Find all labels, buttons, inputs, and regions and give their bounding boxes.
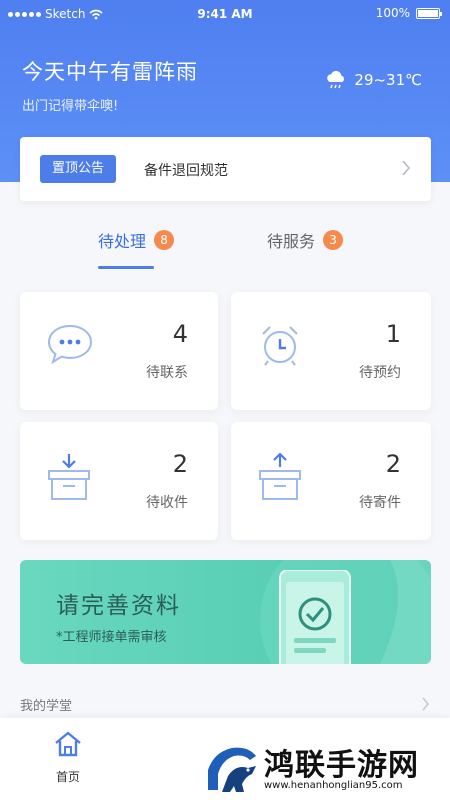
- stat-label: 待预约: [359, 365, 401, 381]
- watermark: 鸿联手游网 www.henanhonglian95.com: [200, 740, 450, 800]
- battery-group: 100%: [375, 6, 442, 20]
- home-icon: [55, 731, 81, 757]
- banner-title: 请完善资料: [56, 593, 181, 619]
- alarm-clock-icon: [262, 326, 298, 366]
- watermark-url: www.henanhonglian95.com: [264, 780, 403, 791]
- notice-text: 备件退回规范: [144, 163, 228, 179]
- stat-label: 待联系: [146, 365, 188, 381]
- watermark-text: 鸿联手游网: [264, 748, 419, 783]
- complete-profile-banner[interactable]: 请完善资料 *工程师接单需审核: [20, 560, 431, 664]
- notice-tag: 置顶公告: [40, 155, 117, 183]
- chevron-right-icon: [402, 160, 411, 176]
- nav-home[interactable]: 首页: [46, 730, 90, 785]
- cloud-rain-icon: [327, 70, 345, 89]
- my-school-label[interactable]: 我的学堂: [20, 695, 72, 714]
- tab-badge: 3: [323, 230, 344, 250]
- stat-card-contact[interactable]: 4 待联系: [20, 292, 218, 410]
- weather-title: 今天中午有雷阵雨: [22, 60, 198, 84]
- stat-label: 待收件: [146, 495, 188, 511]
- watermark-logo-icon: [204, 740, 260, 798]
- task-tabs: 待处理 8 待服务 3: [0, 228, 450, 276]
- banner-subtitle: *工程师接单需审核: [56, 630, 167, 645]
- stat-value: 2: [172, 450, 188, 478]
- stat-card-send[interactable]: 2 待寄件: [231, 422, 431, 540]
- pinned-notice[interactable]: 置顶公告 备件退回规范: [20, 137, 431, 201]
- battery-icon: [416, 7, 442, 19]
- tab-label: 待服务: [267, 232, 316, 251]
- status-bar: Sketch 9:41 AM 100%: [0, 0, 450, 28]
- tab-label: 待处理: [98, 232, 147, 251]
- battery-percent: 100%: [375, 6, 410, 20]
- stat-value: 1: [385, 320, 401, 348]
- outbox-upload-icon: [259, 452, 301, 500]
- inbox-download-icon: [48, 454, 90, 500]
- weather-subtitle: 出门记得带伞噢!: [22, 99, 119, 114]
- chat-bubble-icon: [47, 324, 93, 365]
- weather-info: 29~31℃: [324, 70, 422, 90]
- stat-card-receive[interactable]: 2 待收件: [20, 422, 218, 540]
- weather-temp: 29~31℃: [354, 71, 422, 89]
- tab-badge: 8: [154, 230, 175, 250]
- stat-value: 4: [172, 320, 188, 348]
- stat-value: 2: [385, 450, 401, 478]
- stat-card-appointment[interactable]: 1 待预约: [231, 292, 431, 410]
- tab-to-serve[interactable]: 待服务 3: [267, 228, 344, 252]
- phone-check-icon: [279, 570, 351, 664]
- tab-pending[interactable]: 待处理 8: [98, 228, 175, 252]
- stat-label: 待寄件: [359, 495, 401, 511]
- chevron-right-icon[interactable]: [421, 696, 430, 712]
- nav-home-label: 首页: [55, 770, 80, 784]
- tab-active-indicator: [98, 266, 154, 269]
